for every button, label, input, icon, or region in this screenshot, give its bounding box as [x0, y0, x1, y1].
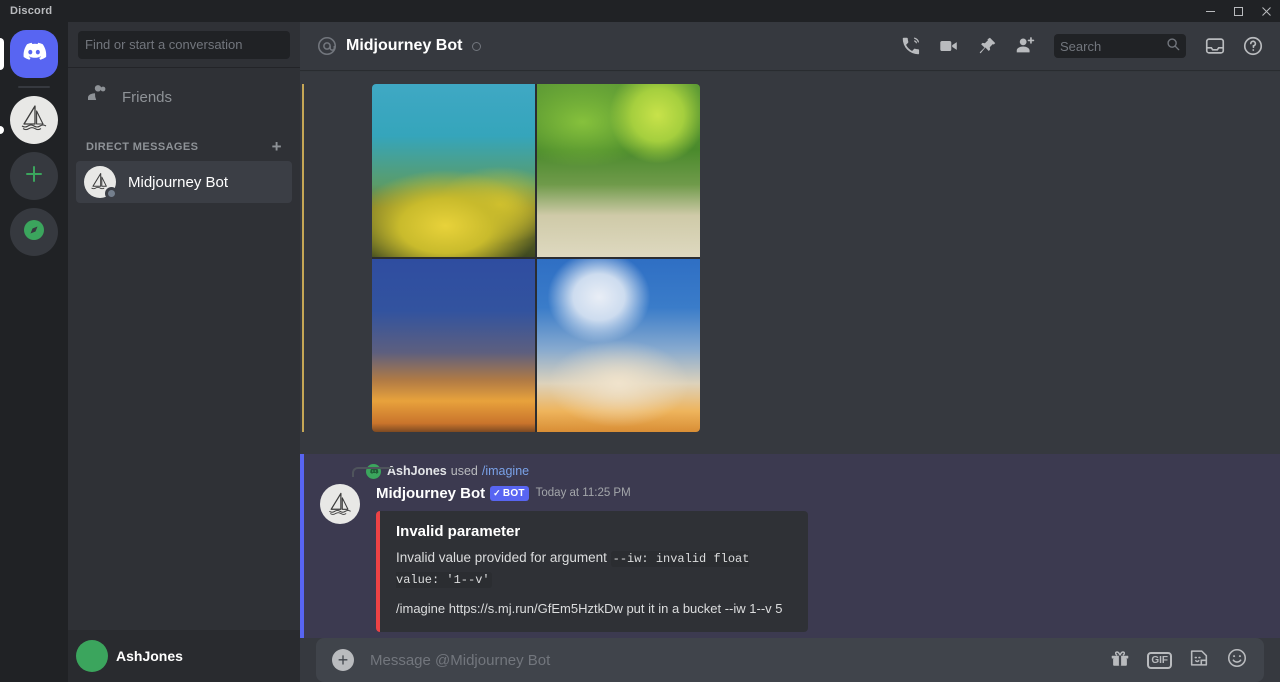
current-user-name: AshJones: [116, 648, 183, 664]
active-server-pill: [0, 38, 4, 70]
bot-message: Midjourney Bot ✓ BOT Today at 11:25 PM I…: [304, 480, 1280, 632]
title-bar: Discord: [0, 0, 1280, 22]
direct-messages-header: DIRECT MESSAGES +: [76, 120, 292, 161]
channel-header: Midjourney Bot Search: [300, 22, 1280, 70]
rail-item-home[interactable]: [10, 30, 58, 78]
gift-icon[interactable]: [1109, 647, 1131, 674]
used-word: used: [450, 464, 478, 478]
grid-image-2[interactable]: [537, 84, 700, 257]
maximize-button[interactable]: [1224, 0, 1252, 22]
emoji-icon[interactable]: [1226, 647, 1248, 674]
sailboat-icon: [17, 101, 51, 140]
avatar[interactable]: [320, 484, 360, 524]
message-list[interactable]: AshJones used /imagine Midjourney Bot ✓ …: [300, 70, 1280, 638]
direct-messages-label: DIRECT MESSAGES: [86, 140, 199, 153]
bot-message-header: Midjourney Bot ✓ BOT Today at 11:25 PM: [376, 482, 1280, 504]
window-controls: [1196, 0, 1280, 22]
verified-check-icon: ✓: [493, 487, 501, 498]
close-button[interactable]: [1252, 0, 1280, 22]
dm-item-midjourney-bot[interactable]: Midjourney Bot: [76, 161, 292, 203]
plus-icon: [23, 163, 45, 190]
start-video-call-icon[interactable]: [938, 35, 960, 57]
current-user-bar[interactable]: AshJones: [68, 630, 300, 682]
message-timestamp: Today at 11:25 PM: [535, 487, 631, 499]
grid-image-4[interactable]: [537, 259, 700, 432]
help-icon[interactable]: [1242, 35, 1264, 57]
upload-attachment-button[interactable]: +: [332, 649, 354, 671]
rail-item-midjourney[interactable]: [10, 96, 58, 144]
embed-title: Invalid parameter: [396, 523, 521, 540]
compass-icon: [22, 218, 46, 247]
command-author: AshJones: [387, 464, 447, 478]
dm-item-label: Midjourney Bot: [128, 173, 229, 191]
discord-logo-icon: [20, 38, 48, 71]
message-image-grid: [302, 84, 1280, 432]
sidebar-item-friends-label: Friends: [122, 88, 173, 106]
reply-connector: [352, 467, 394, 477]
message-input-placeholder[interactable]: Message @Midjourney Bot: [370, 652, 1109, 669]
start-voice-call-icon[interactable]: [900, 35, 922, 57]
add-friends-icon[interactable]: [1014, 35, 1036, 57]
rail-item-explore[interactable]: [10, 208, 58, 256]
message-input-box[interactable]: + Message @Midjourney Bot GIF: [316, 638, 1264, 682]
sticker-icon[interactable]: [1188, 647, 1210, 674]
dm-search-bar: Find or start a conversation: [68, 22, 300, 68]
ephemeral-message: AshJones used /imagine Midjourney Bot ✓ …: [300, 454, 1280, 638]
embed-description: Invalid value provided for argument --iw…: [396, 548, 792, 590]
status-badge: [105, 187, 118, 200]
bot-badge: ✓ BOT: [490, 485, 529, 501]
search-input[interactable]: Search: [1054, 34, 1186, 58]
dm-sidebar: Find or start a conversation Friends DIR…: [68, 22, 300, 682]
search-icon: [1166, 37, 1180, 56]
minimize-button[interactable]: [1196, 0, 1224, 22]
friends-icon: [84, 83, 108, 111]
dm-list: Friends DIRECT MESSAGES + Midjourney Bot: [68, 68, 300, 630]
rail-item-add-server[interactable]: [10, 152, 58, 200]
message-composer: + Message @Midjourney Bot GIF: [300, 638, 1280, 682]
composer-tools: GIF: [1109, 647, 1248, 674]
bot-message-body: Midjourney Bot ✓ BOT Today at 11:25 PM I…: [376, 482, 1280, 632]
avatar: [84, 166, 118, 200]
at-symbol-icon: [316, 35, 338, 57]
slash-command-link[interactable]: /imagine: [482, 464, 529, 478]
app-title: Discord: [10, 5, 53, 17]
command-attribution: AshJones used /imagine: [366, 462, 1280, 480]
embed-command-echo: /imagine https://s.mj.run/GfEm5HztkDw pu…: [396, 601, 783, 616]
image-grid[interactable]: [372, 84, 700, 432]
rail-divider: [18, 86, 50, 88]
unread-server-pill: [0, 126, 4, 134]
header-actions: Search: [900, 34, 1272, 58]
pinned-messages-icon[interactable]: [976, 35, 998, 57]
app-frame: Find or start a conversation Friends DIR…: [0, 22, 1280, 682]
error-embed: Invalid parameter Invalid value provided…: [376, 511, 808, 632]
status-badge: [472, 41, 482, 51]
inbox-icon[interactable]: [1204, 35, 1226, 57]
create-dm-button[interactable]: +: [272, 138, 284, 155]
bot-author-name[interactable]: Midjourney Bot: [376, 485, 485, 502]
sidebar-item-friends[interactable]: Friends: [76, 76, 292, 118]
server-rail: [0, 22, 68, 682]
main-column: Midjourney Bot Search AshJones used /ima…: [300, 22, 1280, 682]
page-title: Midjourney Bot: [346, 37, 463, 54]
search-placeholder: Search: [1060, 38, 1102, 54]
embed-description-text: Invalid value provided for argument: [396, 550, 611, 565]
find-conversation-input[interactable]: Find or start a conversation: [78, 30, 290, 59]
bot-badge-label: BOT: [502, 487, 525, 499]
grid-image-3[interactable]: [372, 259, 535, 432]
grid-image-1[interactable]: [372, 84, 535, 257]
gif-icon[interactable]: GIF: [1147, 651, 1172, 669]
avatar: [76, 640, 108, 672]
